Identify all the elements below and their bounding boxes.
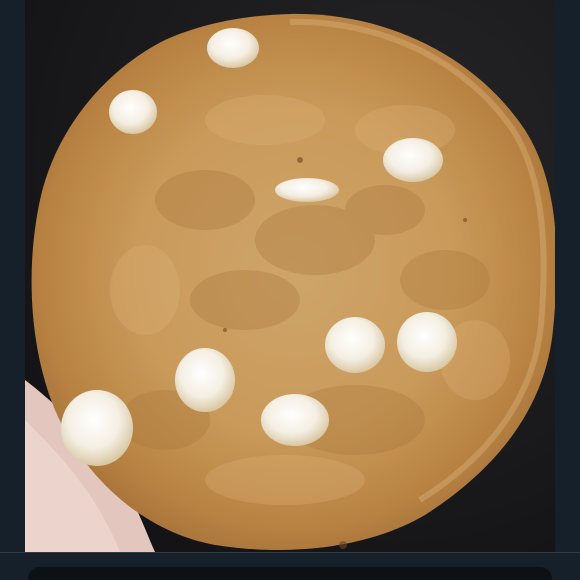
cookie-image (25, 0, 555, 552)
cookie-photo[interactable] (25, 0, 555, 552)
reply-bar (0, 552, 580, 580)
media-viewer (0, 0, 580, 580)
reply-input[interactable] (28, 567, 552, 580)
